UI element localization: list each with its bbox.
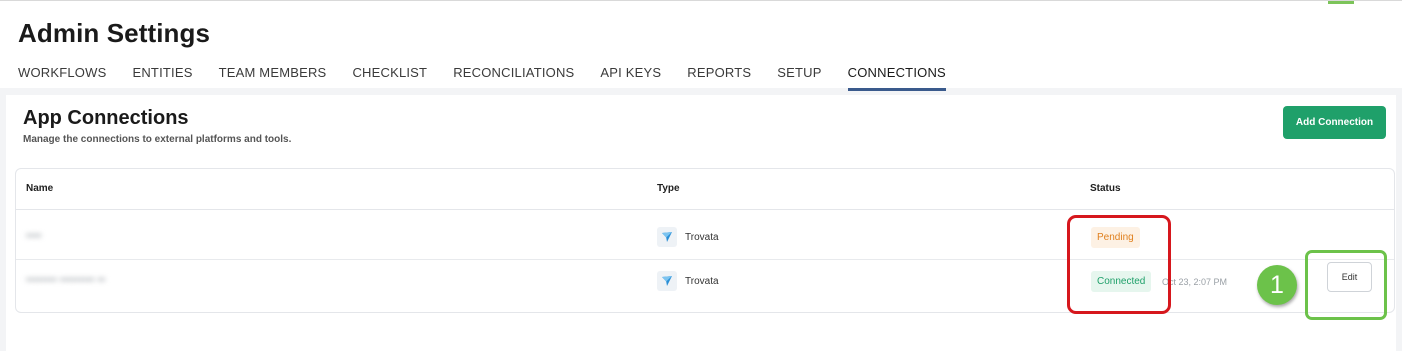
trovata-logo-icon [657,271,677,291]
admin-settings-page: Admin Settings WORKFLOWS ENTITIES TEAM M… [0,0,1402,351]
section-subtitle: Manage the connections to external platf… [23,134,292,145]
corner-accent [1328,1,1354,4]
connection-type: Trovata [657,227,719,247]
table-row[interactable]: •••••••• ••••••••• •• Trovata Connected … [16,261,1394,303]
connections-table: Name Type Status •••• Trovata Pending ••… [15,168,1395,313]
edit-highlight-annotation [1305,250,1387,320]
tab-team-members[interactable]: TEAM MEMBERS [219,65,327,89]
table-header: Name Type Status [16,169,1394,210]
connection-name-redacted: •••• [26,230,42,242]
column-header-name: Name [26,183,54,194]
tab-entities[interactable]: ENTITIES [132,65,192,89]
type-label: Trovata [685,275,719,287]
tab-api-keys[interactable]: API KEYS [600,65,661,89]
section-title: App Connections [23,107,189,129]
step-number-badge: 1 [1257,265,1297,305]
column-header-type: Type [657,183,680,194]
tab-setup[interactable]: SETUP [777,65,821,89]
tab-connections[interactable]: CONNECTIONS [847,65,947,91]
connection-type: Trovata [657,271,719,291]
header: Admin Settings WORKFLOWS ENTITIES TEAM M… [0,0,1402,91]
status-highlight-annotation [1067,215,1171,314]
type-label: Trovata [685,231,719,243]
tab-reconciliations[interactable]: RECONCILIATIONS [453,65,574,89]
app-connections-card: App Connections Manage the connections t… [6,95,1396,351]
connection-name-redacted: •••••••• ••••••••• •• [26,274,106,286]
column-header-status: Status [1090,183,1121,194]
tab-checklist[interactable]: CHECKLIST [352,65,427,89]
tab-reports[interactable]: REPORTS [687,65,751,89]
add-connection-button[interactable]: Add Connection [1283,106,1386,139]
tab-workflows[interactable]: WORKFLOWS [18,65,106,89]
trovata-logo-icon [657,227,677,247]
last-updated-timestamp: Oct 23, 2:07 PM [1162,277,1228,287]
settings-tabs: WORKFLOWS ENTITIES TEAM MEMBERS CHECKLIS… [18,65,972,91]
table-row[interactable]: •••• Trovata Pending [16,217,1394,260]
page-title: Admin Settings [18,18,211,48]
